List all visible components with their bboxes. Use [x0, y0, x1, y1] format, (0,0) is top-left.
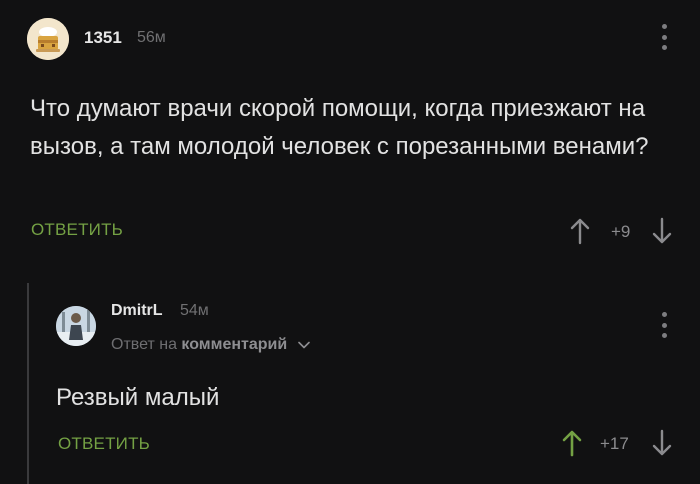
reply-text: Резвый малый	[56, 384, 220, 411]
comment-score: +9	[611, 222, 631, 241]
vote-controls: +9	[568, 216, 678, 246]
avatar[interactable]	[27, 18, 69, 60]
vote-controls: +17	[560, 428, 680, 458]
comment-text: Что думают врачи скорой помощи, когда пр…	[30, 95, 649, 160]
upvote-arrow-icon[interactable]	[568, 216, 592, 246]
person-photo-icon	[56, 306, 96, 346]
reply-author[interactable]: DmitrL	[111, 302, 163, 320]
avatar[interactable]	[56, 306, 96, 346]
more-options-icon[interactable]	[654, 24, 674, 50]
thread-line[interactable]	[27, 283, 29, 484]
downvote-arrow-icon[interactable]	[650, 428, 674, 458]
reply-score: +17	[600, 434, 629, 453]
comment-card: 1351 56м Что думают врачи скорой помощи,…	[0, 0, 700, 484]
comment-author[interactable]: 1351	[84, 28, 122, 48]
reply-button[interactable]: ОТВЕТИТЬ	[31, 220, 123, 240]
downvote-arrow-icon[interactable]	[650, 216, 674, 246]
reply-button[interactable]: ОТВЕТИТЬ	[58, 434, 150, 454]
more-options-icon[interactable]	[654, 312, 674, 338]
reply-to-target[interactable]: комментарий	[181, 336, 287, 353]
reply-time: 54м	[180, 302, 209, 319]
upvote-arrow-icon[interactable]	[560, 428, 584, 458]
comment-time: 56м	[137, 29, 166, 46]
chevron-down-icon[interactable]	[297, 341, 310, 349]
reply-to-link[interactable]: Ответ на комментарий	[111, 336, 310, 354]
cake-icon	[27, 18, 69, 60]
reply-to-prefix: Ответ на	[111, 336, 177, 353]
